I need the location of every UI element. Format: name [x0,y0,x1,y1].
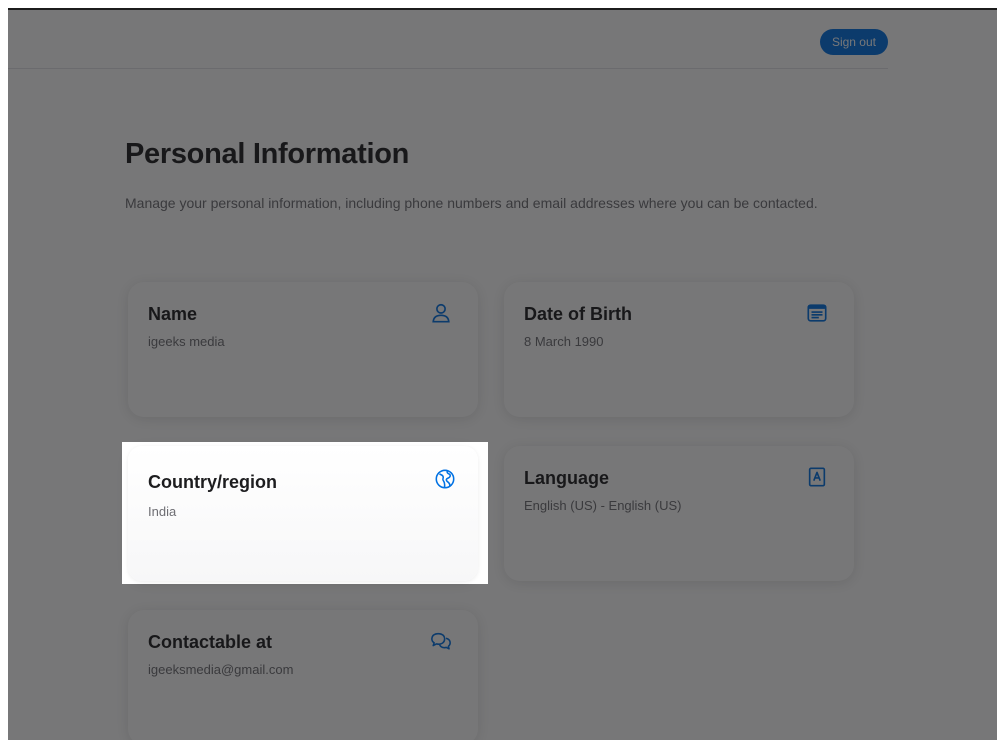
person-icon [430,302,452,324]
name-card[interactable]: Name igeeks media [128,282,478,417]
globe-icon [434,468,456,490]
card-label: Name [148,304,198,324]
page-title: Personal Information [125,138,410,170]
card-value: India [148,504,177,519]
card-label: Country/region [148,472,277,492]
top-bar: Sign out [8,10,888,69]
highlight-frame: Country/region India [122,442,488,584]
language-book-icon [806,466,828,488]
chat-bubbles-icon [430,630,452,652]
calendar-icon [806,302,828,324]
date-of-birth-card[interactable]: Date of Birth 8 March 1990 [504,282,854,417]
card-value: igeeksmedia@gmail.com [148,662,294,677]
card-value: 8 March 1990 [524,334,604,349]
account-page: Sign out Personal Information Manage you… [8,8,997,740]
card-label: Language [524,468,610,488]
card-label: Date of Birth [524,304,632,324]
page-subtitle: Manage your personal information, includ… [125,195,818,211]
card-label: Contactable at [148,632,273,652]
language-card[interactable]: Language English (US) - English (US) [504,446,854,581]
sign-out-button[interactable]: Sign out [819,29,888,55]
country-region-card-highlighted[interactable]: Country/region India [128,446,478,581]
card-value: igeeks media [148,334,225,349]
card-value: English (US) - English (US) [524,498,682,513]
contactable-at-card[interactable]: Contactable at igeeksmedia@gmail.com [128,610,478,740]
